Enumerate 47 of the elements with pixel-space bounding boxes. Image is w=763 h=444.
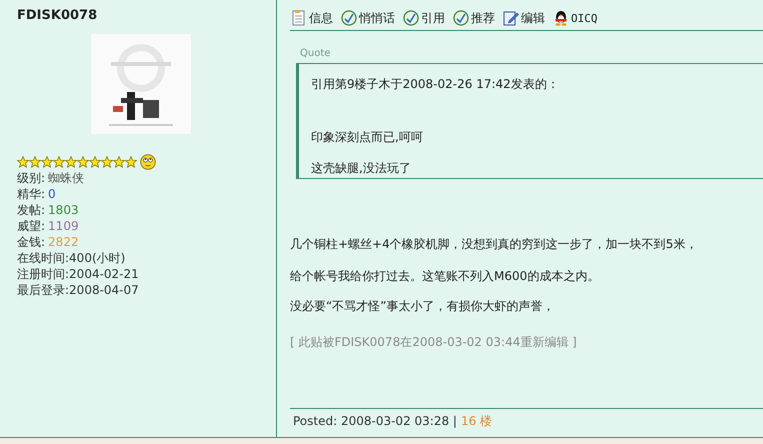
stat-value: 1803: [48, 203, 79, 217]
stat-value: 1109: [48, 219, 79, 233]
floor-number: 16 楼: [460, 414, 492, 428]
profile-detail: 在线时间:400(小时): [17, 251, 126, 265]
post-date: Posted: 2008-03-02 03:28 |: [293, 414, 457, 428]
star-icon: [29, 156, 41, 168]
star-icon: [89, 156, 101, 168]
quote-header: 引用第9楼子木于2008-02-26 17:42发表的：: [311, 76, 560, 93]
star-icon: [17, 156, 29, 168]
quote-text: 印象深刻点而已,呵呵: [311, 129, 424, 146]
profile-detail: 注册时间:2004-02-21: [17, 267, 139, 281]
stat-label: 金钱:: [17, 235, 46, 249]
star-icon: [53, 156, 65, 168]
stat-label: 级别:: [17, 171, 46, 185]
toolbar-link[interactable]: 信息: [291, 10, 333, 26]
toolbar-link[interactable]: 悄悄话: [341, 10, 395, 26]
check-circle-icon: [453, 10, 469, 26]
check-circle-icon: [341, 10, 357, 26]
star-icon: [77, 156, 89, 168]
edit-note: [ 此贴被FDISK0078在2008-03-02 03:44重新编辑 ]: [290, 334, 578, 351]
star-icon: [113, 156, 125, 168]
quote-title: Quote: [300, 48, 332, 60]
username: FDISK0078: [17, 8, 98, 24]
post-text: 给个帐号我给你打过去。这笔账不列入M600的成本之内。: [290, 268, 600, 284]
post-text: 没必要“不骂才怪”事太小了，有损你大虾的声誉，: [290, 298, 556, 314]
profile-detail: 最后登录:2008-04-07: [17, 283, 139, 297]
stat-label: 精华:: [17, 187, 46, 201]
quote-text: 这壳缺腿,没法玩了: [311, 160, 412, 177]
smiley-icon: [140, 154, 156, 170]
penguin-icon: [553, 10, 569, 26]
post-text: 几个铜柱+螺丝+4个橡胶机脚，没想到真的穷到这一步了，加一块不到5米，: [290, 236, 698, 252]
check-circle-icon: [403, 10, 419, 26]
toolbar-link[interactable]: 编辑: [503, 10, 545, 26]
document-icon: [291, 10, 307, 26]
stat-label: 威望:: [17, 219, 46, 233]
stat-label: 发帖:: [17, 203, 46, 217]
star-icon: [41, 156, 53, 168]
toolbar-link[interactable]: 推荐: [453, 10, 495, 26]
stat-value: 0: [48, 187, 56, 201]
star-icon: [125, 156, 137, 168]
toolbar-link[interactable]: 引用: [403, 10, 445, 26]
edit-icon: [503, 10, 519, 26]
star-icon: [101, 156, 113, 168]
stat-value: 2822: [48, 235, 79, 249]
star-icon: [65, 156, 77, 168]
toolbar-link[interactable]: OICQ: [553, 10, 598, 26]
stat-value: 蜘蛛侠: [48, 171, 84, 185]
